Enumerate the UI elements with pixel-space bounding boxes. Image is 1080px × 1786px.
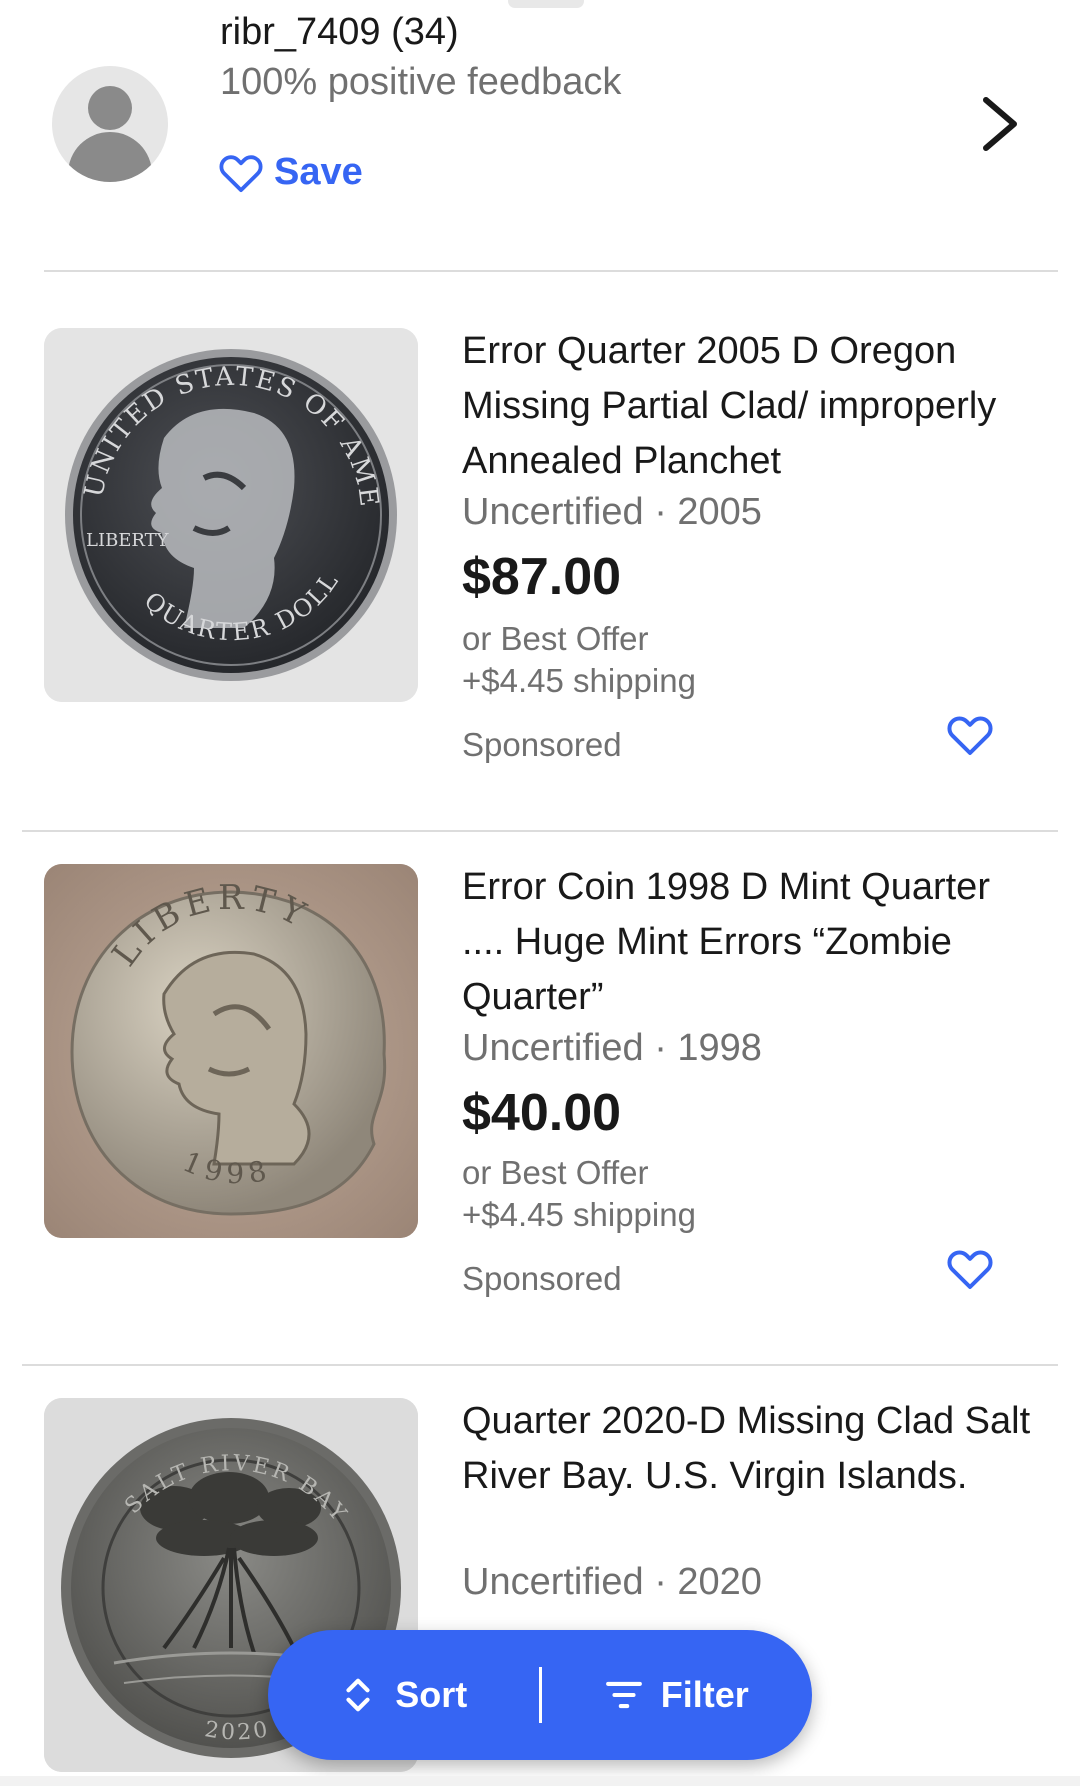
listing-title[interactable]: Quarter 2020-D Missing Clad Salt River B… — [462, 1394, 1042, 1504]
filter-button[interactable]: Filter — [542, 1630, 813, 1760]
filter-label: Filter — [660, 1674, 749, 1715]
system-nav-bar — [0, 1776, 1080, 1786]
listing-shipping: +$4.45 shipping — [462, 1196, 696, 1233]
divider — [22, 830, 1058, 832]
listing-price: $87.00 — [462, 548, 622, 606]
sort-button[interactable]: Sort — [268, 1630, 539, 1760]
listing-title[interactable]: Error Coin 1998 D Mint Quarter .... Huge… — [462, 860, 1042, 1025]
svg-text:LIBERTY: LIBERTY — [86, 530, 170, 551]
heart-outline-icon[interactable] — [946, 1246, 994, 1290]
sponsored-label: Sponsored — [462, 726, 622, 763]
seller-header[interactable]: ribr_7409 (34) 100% positive feedback Sa… — [0, 0, 1080, 272]
sort-filter-bar: Sort Filter — [268, 1630, 812, 1760]
sponsored-label: Sponsored — [462, 1260, 622, 1297]
listing-condition-year: Uncertified · 1998 — [462, 1027, 762, 1069]
sort-icon — [346, 1678, 370, 1712]
listing-offer: or Best Offer — [462, 620, 649, 657]
heart-outline-icon — [219, 155, 263, 193]
listing-shipping: +$4.45 shipping — [462, 662, 696, 699]
save-seller-button[interactable]: Save — [218, 146, 363, 198]
coin-image: LIBERTY 1998 — [44, 864, 418, 1238]
listing-thumbnail[interactable]: UNITED STATES OF AMERICA QUARTER DOLLAR … — [44, 328, 418, 702]
save-label: Save — [274, 150, 363, 193]
coin-image: UNITED STATES OF AMERICA QUARTER DOLLAR … — [44, 328, 418, 702]
listing-thumbnail[interactable]: LIBERTY 1998 — [44, 864, 418, 1238]
heart-outline-icon[interactable] — [946, 712, 994, 756]
seller-feedback: 100% positive feedback — [220, 61, 622, 103]
listing-title[interactable]: Error Quarter 2005 D Oregon Missing Part… — [462, 324, 1042, 489]
listing-condition-year: Uncertified · 2020 — [462, 1561, 762, 1603]
divider — [44, 270, 1058, 272]
search-results-page: ribr_7409 (34) 100% positive feedback Sa… — [0, 0, 1080, 1786]
listing-price: $40.00 — [462, 1084, 622, 1142]
listing-condition-year: Uncertified · 2005 — [462, 491, 762, 533]
sort-label: Sort — [395, 1674, 468, 1715]
divider — [22, 1364, 1058, 1366]
avatar-placeholder-icon — [52, 66, 168, 182]
seller-name[interactable]: ribr_7409 (34) — [220, 8, 459, 56]
filter-icon — [605, 1681, 642, 1709]
listing-offer: or Best Offer — [462, 1154, 649, 1191]
chevron-right-icon[interactable] — [978, 96, 1022, 152]
